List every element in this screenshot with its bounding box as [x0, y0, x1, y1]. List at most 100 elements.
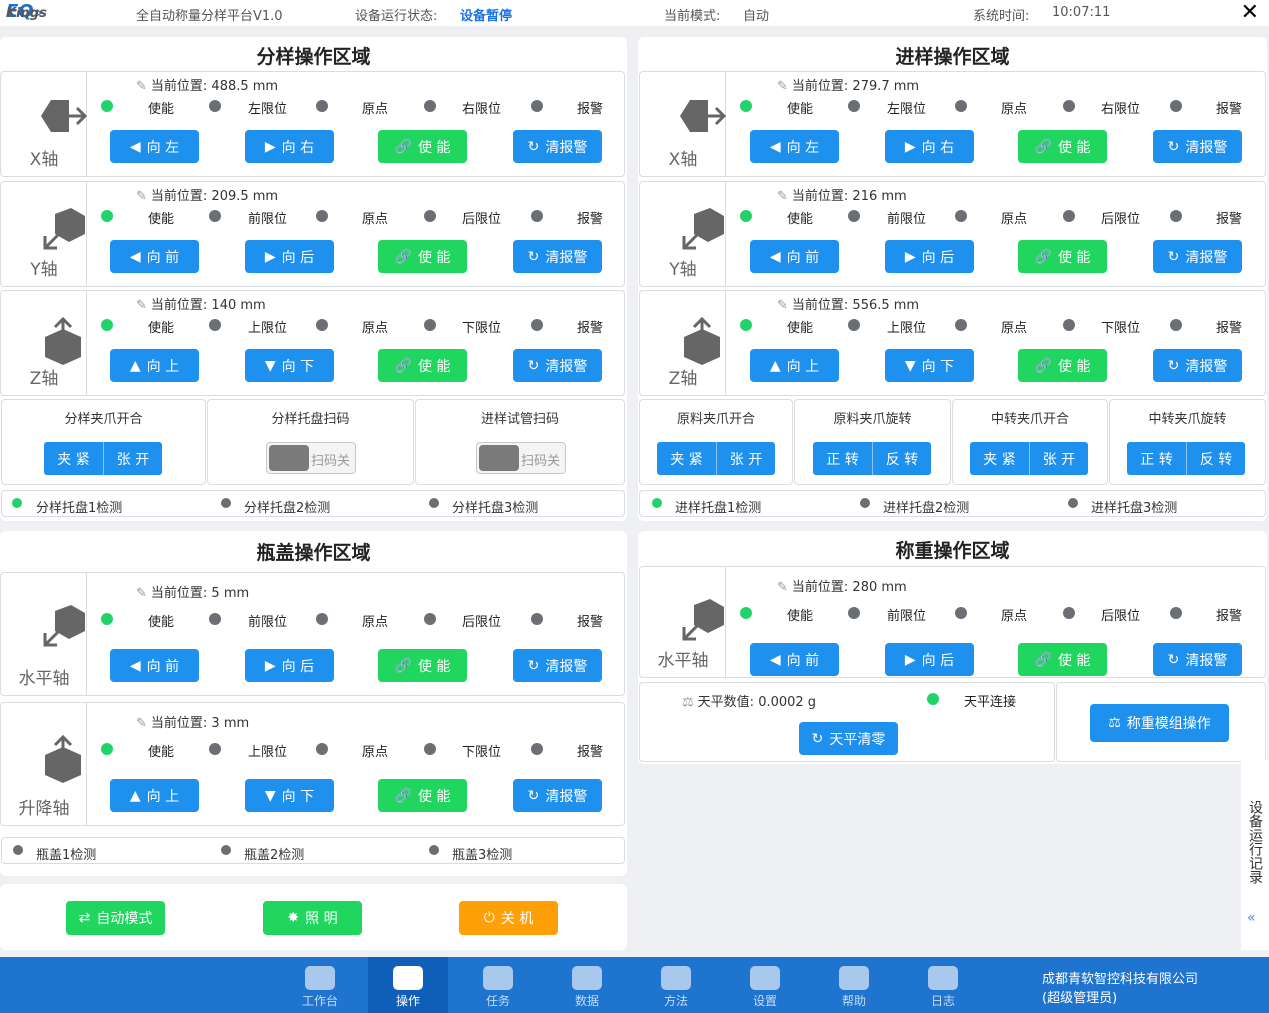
nav-icon	[839, 966, 869, 990]
open-button[interactable]: 张 开	[716, 442, 775, 475]
clear-alarm-button[interactable]: ↻ 清报警	[1153, 643, 1242, 676]
nav-item-2[interactable]: 任务	[458, 957, 538, 1013]
enable-label: 使能	[787, 321, 814, 336]
move-neg-button[interactable]: ◀ 向 前	[110, 240, 199, 273]
move-neg-button[interactable]: ◀ 向 前	[110, 649, 199, 682]
close-icon[interactable]: ✕	[1241, 0, 1259, 25]
refresh-icon: ↻	[527, 357, 540, 374]
nav-item-6[interactable]: 帮助	[814, 957, 894, 1013]
double-left-arrow-icon[interactable]: «	[1247, 910, 1256, 926]
tube-scan-toggle[interactable]: 扫码关	[476, 442, 566, 474]
open-button[interactable]: 张 开	[1029, 442, 1088, 475]
enable-button[interactable]: 🔗 使 能	[378, 349, 467, 382]
move-pos-button[interactable]: ▶ 向 右	[885, 130, 974, 163]
clear-alarm-button[interactable]: ↻ 清报警	[513, 649, 602, 682]
move-pos-button[interactable]: ▶ 向 后	[885, 643, 974, 676]
enable-button[interactable]: 🔗 使 能	[1018, 643, 1107, 676]
status-dot	[316, 100, 328, 112]
move-pos-button[interactable]: ▶ 向 后	[245, 240, 334, 273]
move-pos-button[interactable]: ▼ 向 下	[885, 349, 974, 382]
nav-item-1[interactable]: 操作	[368, 957, 448, 1013]
alarm-label: 报警	[577, 321, 604, 336]
enable-button[interactable]: 🔗 使 能	[378, 240, 467, 273]
status-dot	[1170, 210, 1182, 222]
enable-label: 使能	[148, 321, 175, 336]
nav-label: 任务	[485, 994, 510, 1008]
clear-alarm-button[interactable]: ↻ 清报警	[513, 779, 602, 812]
split-title: 分样操作区域	[256, 46, 371, 68]
enable-button[interactable]: 🔗 使 能	[1018, 349, 1107, 382]
status-dot	[209, 319, 221, 331]
limit2-label: 下限位	[462, 321, 502, 336]
move-pos-button[interactable]: ▼ 向 下	[245, 349, 334, 382]
nav-item-4[interactable]: 方法	[636, 957, 716, 1013]
home-label: 原点	[1001, 321, 1028, 336]
clear-alarm-button[interactable]: ↻ 清报警	[1153, 349, 1242, 382]
move-pos-button[interactable]: ▼ 向 下	[245, 779, 334, 812]
enable-button[interactable]: 🔗 使 能	[1018, 240, 1107, 273]
status-dot	[1063, 100, 1075, 112]
tare-button[interactable]: ↻ 天平清零	[799, 722, 898, 755]
clamp-button[interactable]: 夹 紧	[44, 442, 103, 475]
move-neg-button[interactable]: ◀ 向 左	[110, 130, 199, 163]
axis-icon-box: Y轴	[1, 182, 87, 286]
nav-icon	[661, 966, 691, 990]
move-pos-button[interactable]: ▶ 向 右	[245, 130, 334, 163]
move-pos-button[interactable]: ▶ 向 后	[885, 240, 974, 273]
enable-button[interactable]: 🔗 使 能	[378, 130, 467, 163]
clear-alarm-button[interactable]: ↻ 清报警	[513, 130, 602, 163]
nav-item-7[interactable]: 日志	[903, 957, 983, 1013]
move-neg-button[interactable]: ▲ 向 上	[110, 779, 199, 812]
open-button[interactable]: 张 开	[103, 442, 162, 475]
enable-button[interactable]: 🔗 使 能	[378, 779, 467, 812]
split-z-axis-row: Z轴 ✎ 当前位置: 140 mm 使能 上限位 原点 下限位 报警 ▲ 向 上 ▼…	[0, 290, 625, 396]
status-dot	[531, 613, 543, 625]
clear-alarm-button[interactable]: ↻ 清报警	[513, 349, 602, 382]
enable-label: 使能	[787, 212, 814, 227]
clamp-button[interactable]: 夹 紧	[657, 442, 716, 475]
side-log-tab[interactable]: 设备运行记录 «	[1241, 760, 1269, 950]
home-label: 原点	[362, 212, 389, 227]
detect-label: 进样托盘3检测	[1091, 501, 1178, 516]
status-dot	[1063, 607, 1075, 619]
balance-icon: ⚖	[1108, 715, 1121, 731]
auto-mode-button[interactable]: ⇄ 自动模式	[66, 901, 165, 935]
light-button[interactable]: ✸ 照 明	[263, 901, 362, 935]
axis-name: Z轴	[29, 369, 59, 389]
clamp-button[interactable]: 夹 紧	[970, 442, 1029, 475]
status-dot	[424, 210, 436, 222]
forward-button[interactable]: 正 转	[1127, 442, 1186, 475]
refresh-icon: ↻	[527, 657, 540, 674]
forward-button[interactable]: 正 转	[813, 442, 872, 475]
split-scan-toggle[interactable]: 扫码关	[266, 442, 356, 474]
arrow-icon: ◀	[769, 651, 781, 668]
balance-connect-label: 天平连接	[964, 695, 1017, 710]
nav-item-5[interactable]: 设置	[725, 957, 805, 1013]
nav-item-0[interactable]: 工作台	[280, 957, 360, 1013]
move-pos-button[interactable]: ▶ 向 后	[245, 649, 334, 682]
status-dot	[209, 613, 221, 625]
top-bar: Kings EQ» 全自动称量分样平台V1.0 设备运行状态: 设备暂停 当前模式…	[0, 0, 1269, 26]
clear-alarm-button[interactable]: ↻ 清报警	[513, 240, 602, 273]
detect-label: 进样托盘1检测	[675, 501, 762, 516]
move-neg-button[interactable]: ◀ 向 左	[750, 130, 839, 163]
nav-icon	[483, 966, 513, 990]
nav-item-3[interactable]: 数据	[547, 957, 627, 1013]
enable-button[interactable]: 🔗 使 能	[1018, 130, 1107, 163]
status-dot	[1063, 210, 1075, 222]
reverse-button[interactable]: 反 转	[1186, 442, 1245, 475]
clear-alarm-button[interactable]: ↻ 清报警	[1153, 240, 1242, 273]
link-icon: 🔗	[394, 787, 412, 804]
mode-value: 自动	[743, 9, 770, 24]
clear-alarm-button[interactable]: ↻ 清报警	[1153, 130, 1242, 163]
power-off-button[interactable]: ⏻ 关 机	[459, 901, 558, 935]
move-neg-button[interactable]: ◀ 向 前	[750, 240, 839, 273]
move-neg-button[interactable]: ▲ 向 上	[750, 349, 839, 382]
limit2-label: 后限位	[1101, 212, 1141, 227]
move-neg-button[interactable]: ◀ 向 前	[750, 643, 839, 676]
reverse-button[interactable]: 反 转	[872, 442, 931, 475]
enable-button[interactable]: 🔗 使 能	[378, 649, 467, 682]
weigh-module-button[interactable]: ⚖ 称重模组操作	[1090, 704, 1229, 742]
move-neg-button[interactable]: ▲ 向 上	[110, 349, 199, 382]
app-logo: Kings EQ»	[6, 1, 47, 22]
